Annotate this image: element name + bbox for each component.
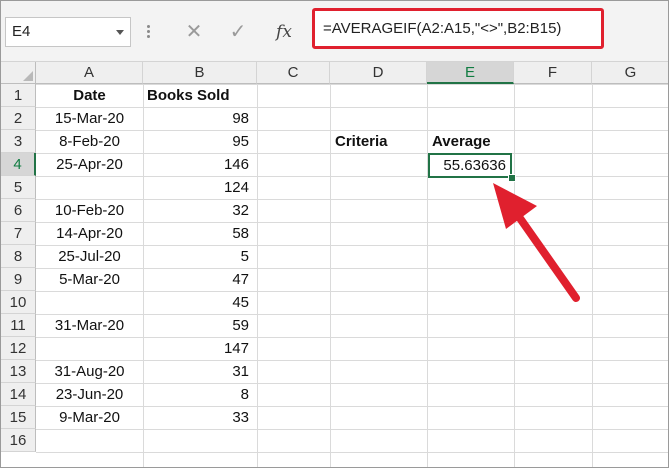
column-header-c[interactable]: C	[257, 62, 330, 84]
column-header-e[interactable]: E	[427, 62, 514, 84]
cell-a13[interactable]: 31-Aug-20	[36, 360, 143, 383]
cancel-button[interactable]: ✕	[179, 18, 209, 46]
row-header-5[interactable]: 5	[1, 176, 36, 199]
chevron-down-icon[interactable]	[116, 30, 124, 35]
cell-b12[interactable]: 147	[143, 337, 253, 360]
cell-a4[interactable]: 25-Apr-20	[36, 153, 143, 176]
row-header-14[interactable]: 14	[1, 383, 36, 406]
cell-a15[interactable]: 9-Mar-20	[36, 406, 143, 429]
row-header-9[interactable]: 9	[1, 268, 36, 291]
column-header-b[interactable]: B	[143, 62, 257, 84]
gridline	[592, 84, 593, 467]
drag-handle-icon[interactable]	[147, 25, 151, 39]
cell-a2[interactable]: 15-Mar-20	[36, 107, 143, 130]
name-box-value: E4	[12, 23, 31, 40]
row-header-7[interactable]: 7	[1, 222, 36, 245]
cell-a3[interactable]: 8-Feb-20	[36, 130, 143, 153]
cell-a1[interactable]: Date	[36, 84, 143, 107]
cell-e4[interactable]: 55.63636	[428, 154, 510, 177]
name-box[interactable]: E4	[5, 17, 131, 47]
row-header-16[interactable]: 16	[1, 429, 36, 452]
cell-a11[interactable]: 31-Mar-20	[36, 314, 143, 337]
cell-b14[interactable]: 8	[143, 383, 253, 406]
column-header-g[interactable]: G	[592, 62, 668, 84]
row-header-2[interactable]: 2	[1, 107, 36, 130]
cell-b4[interactable]: 146	[143, 153, 253, 176]
cell-b7[interactable]: 58	[143, 222, 253, 245]
insert-function-button[interactable]: fx	[269, 18, 299, 46]
select-all-button[interactable]	[1, 62, 36, 84]
gridline	[257, 84, 258, 467]
cell-b3[interactable]: 95	[143, 130, 253, 153]
cell-b10[interactable]: 45	[143, 291, 253, 314]
cell-a14[interactable]: 23-Jun-20	[36, 383, 143, 406]
row-header-10[interactable]: 10	[1, 291, 36, 314]
cell-a7[interactable]: 14-Apr-20	[36, 222, 143, 245]
formula-bar-area: E4 ✕ ✓ fx =AVERAGEIF(A2:A15,"<>",B2:B15)	[1, 1, 668, 62]
row-header-12[interactable]: 12	[1, 337, 36, 360]
cell-b11[interactable]: 59	[143, 314, 253, 337]
cell-b5[interactable]: 124	[143, 176, 253, 199]
formula-input[interactable]: =AVERAGEIF(A2:A15,"<>",B2:B15)	[312, 8, 604, 49]
cell-b1[interactable]: Books Sold	[143, 84, 257, 107]
cell-a8[interactable]: 25-Jul-20	[36, 245, 143, 268]
cell-a9[interactable]: 5-Mar-20	[36, 268, 143, 291]
cell-b9[interactable]: 47	[143, 268, 253, 291]
row-header-15[interactable]: 15	[1, 406, 36, 429]
row-header-4[interactable]: 4	[1, 153, 36, 176]
row-header-6[interactable]: 6	[1, 199, 36, 222]
cell-b2[interactable]: 98	[143, 107, 253, 130]
excel-window: E4 ✕ ✓ fx =AVERAGEIF(A2:A15,"<>",B2:B15)…	[0, 0, 669, 468]
formula-text: =AVERAGEIF(A2:A15,"<>",B2:B15)	[323, 20, 562, 37]
gridline	[514, 84, 515, 467]
row-header-8[interactable]: 8	[1, 245, 36, 268]
cell-e3[interactable]: Average	[428, 130, 514, 153]
row-header-13[interactable]: 13	[1, 360, 36, 383]
cell-d3[interactable]: Criteria	[331, 130, 427, 153]
row-header-1[interactable]: 1	[1, 84, 36, 107]
select-all-triangle-icon	[23, 71, 33, 81]
row-header-3[interactable]: 3	[1, 130, 36, 153]
cell-b6[interactable]: 32	[143, 199, 253, 222]
cell-a6[interactable]: 10-Feb-20	[36, 199, 143, 222]
column-header-a[interactable]: A	[36, 62, 143, 84]
column-header-d[interactable]: D	[330, 62, 427, 84]
cell-b8[interactable]: 5	[143, 245, 253, 268]
enter-button[interactable]: ✓	[223, 18, 253, 46]
column-header-f[interactable]: F	[514, 62, 592, 84]
cell-b13[interactable]: 31	[143, 360, 253, 383]
cell-b15[interactable]: 33	[143, 406, 253, 429]
row-header-11[interactable]: 11	[1, 314, 36, 337]
